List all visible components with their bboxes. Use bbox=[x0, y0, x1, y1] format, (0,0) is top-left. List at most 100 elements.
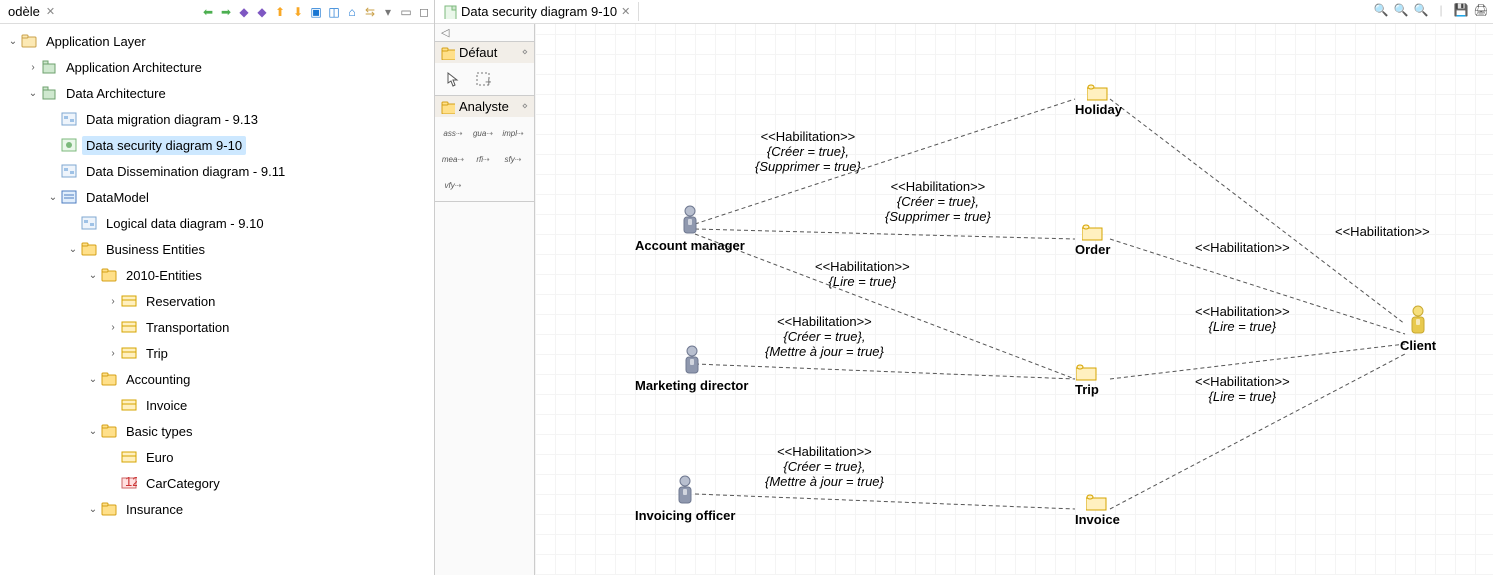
tree-item[interactable]: ⌄ Data Architecture bbox=[4, 80, 434, 106]
tree-item[interactable]: ›Application Architecture bbox=[4, 54, 434, 80]
chevron-down-icon[interactable]: ⌄ bbox=[86, 504, 100, 515]
entity-label: Trip bbox=[1075, 382, 1099, 397]
entity-order[interactable]: Order bbox=[1075, 224, 1110, 257]
palette-section-label: Défaut bbox=[459, 45, 497, 60]
svg-text:+: + bbox=[485, 74, 491, 87]
palette-tool-vfy[interactable]: vfy⇢ bbox=[441, 175, 465, 195]
tree-item-label: Data Architecture bbox=[62, 84, 170, 103]
zoom-reset-icon[interactable]: 🔍 bbox=[1413, 2, 1429, 18]
palette-breadcrumb[interactable]: ◁ bbox=[435, 24, 534, 42]
diamond-left-icon[interactable]: ◆ bbox=[236, 4, 252, 20]
save-image-icon[interactable]: 💾 bbox=[1453, 2, 1469, 18]
actor-label: Invoicing officer bbox=[635, 508, 735, 523]
tree-item[interactable]: Data Dissemination diagram - 9.11 bbox=[4, 158, 434, 184]
palette-tool-pointer[interactable] bbox=[441, 69, 465, 89]
tree-item[interactable]: ⌄ Accounting bbox=[4, 366, 434, 392]
tree-item[interactable]: Euro bbox=[4, 444, 434, 470]
actor-mkt[interactable]: Marketing director bbox=[635, 344, 748, 393]
palette-tool-sfy[interactable]: sfy⇢ bbox=[501, 149, 525, 169]
editor-toolbar: 🔍 🔍 🔍 | 💾 🖨 bbox=[1373, 2, 1489, 18]
entity-trip[interactable]: Trip bbox=[1075, 364, 1099, 397]
entity-invoice[interactable]: Invoice bbox=[1075, 494, 1120, 527]
tree-item[interactable]: ›Transportation bbox=[4, 314, 434, 340]
chevron-right-icon[interactable]: › bbox=[106, 348, 120, 359]
entity-icon bbox=[120, 396, 138, 414]
palette-tool-gua[interactable]: gua⇢ bbox=[471, 123, 495, 143]
chevron-down-icon[interactable]: ⌄ bbox=[66, 244, 80, 255]
zoom-out-icon[interactable]: 🔍 bbox=[1393, 2, 1409, 18]
link-icon[interactable]: ⇆ bbox=[362, 4, 378, 20]
chevron-right-icon[interactable]: › bbox=[106, 322, 120, 333]
actor-icon bbox=[678, 204, 702, 236]
nav-back-icon[interactable]: ⬅ bbox=[200, 4, 216, 20]
tree-item[interactable]: ›Trip bbox=[4, 340, 434, 366]
down-icon[interactable]: ⬇ bbox=[290, 4, 306, 20]
actor-inv[interactable]: Invoicing officer bbox=[635, 474, 735, 523]
palette-section-label: Analyste bbox=[459, 99, 509, 114]
home-icon[interactable]: ⌂ bbox=[344, 4, 360, 20]
close-icon[interactable]: ✕ bbox=[46, 5, 55, 18]
tree-item[interactable]: Data security diagram 9-10 bbox=[4, 132, 434, 158]
tree-item-label: Logical data diagram - 9.10 bbox=[102, 214, 268, 233]
chevron-down-icon[interactable]: ⌄ bbox=[26, 88, 40, 99]
tree-item[interactable]: ›Reservation bbox=[4, 288, 434, 314]
tree-item[interactable]: ⌄ Basic types bbox=[4, 418, 434, 444]
palette-tool-marquee[interactable]: + bbox=[471, 69, 495, 89]
menu-icon[interactable]: ▾ bbox=[380, 4, 396, 20]
palette-tool-mea[interactable]: mea⇢ bbox=[441, 149, 465, 169]
tree-item[interactable]: ⌄2010-Entities bbox=[4, 262, 434, 288]
collapse-icon[interactable]: ▣ bbox=[308, 4, 324, 20]
actor-label: Client bbox=[1400, 338, 1436, 353]
chevron-down-icon[interactable]: ⌄ bbox=[86, 426, 100, 437]
model-tree[interactable]: ⌄Application Layer›Application Architect… bbox=[0, 24, 434, 575]
tree-item[interactable]: Logical data diagram - 9.10 bbox=[4, 210, 434, 236]
palette-header[interactable]: Défaut ⋄ bbox=[435, 42, 534, 63]
chevron-down-icon[interactable]: ⌄ bbox=[6, 36, 20, 47]
tree-item[interactable]: Invoice bbox=[4, 392, 434, 418]
entity-icon bbox=[1076, 364, 1098, 382]
tree-item-label: Data security diagram 9-10 bbox=[82, 136, 246, 155]
entity-icon bbox=[120, 292, 138, 310]
diagram-canvas[interactable]: Account manager Marketing director Invoici… bbox=[535, 24, 1493, 575]
tree-item[interactable]: ⌄DataModel bbox=[4, 184, 434, 210]
model-tab[interactable]: odèle ✕ bbox=[2, 2, 61, 21]
palette-tool-rfi[interactable]: rfi⇢ bbox=[471, 149, 495, 169]
chevron-down-icon[interactable]: ⌄ bbox=[46, 192, 60, 203]
editor-panel: Data security diagram 9-10 ✕ 🔍 🔍 🔍 | 💾 🖨… bbox=[435, 0, 1493, 575]
palette-tool-ass[interactable]: ass⇢ bbox=[441, 123, 465, 143]
close-icon[interactable]: ✕ bbox=[621, 5, 630, 18]
chevron-right-icon[interactable]: › bbox=[26, 62, 40, 73]
entity-holiday[interactable]: Holiday bbox=[1075, 84, 1122, 117]
palette-tool-impl[interactable]: impl⇢ bbox=[501, 123, 525, 143]
nav-forward-icon[interactable]: ➡ bbox=[218, 4, 234, 20]
tree-item-label: Accounting bbox=[122, 370, 194, 389]
zoom-in-icon[interactable]: 🔍 bbox=[1373, 2, 1389, 18]
chevron-down-icon[interactable]: ⌄ bbox=[86, 270, 100, 281]
actor-client[interactable]: Client bbox=[1400, 304, 1436, 353]
collapse-icon[interactable]: ⋄ bbox=[522, 101, 528, 112]
chevron-right-icon[interactable]: › bbox=[106, 296, 120, 307]
tree-item[interactable]: CarCategory bbox=[4, 470, 434, 496]
layout-icon[interactable]: ◫ bbox=[326, 4, 342, 20]
diamond-right-icon[interactable]: ◆ bbox=[254, 4, 270, 20]
relation-label: <<Habilitation>> bbox=[1195, 240, 1290, 255]
tree-item[interactable]: ⌄Business Entities bbox=[4, 236, 434, 262]
minimize-icon[interactable]: ▭ bbox=[398, 4, 414, 20]
tree-item[interactable]: ⌄Application Layer bbox=[4, 28, 434, 54]
collapse-icon[interactable]: ⋄ bbox=[522, 47, 528, 58]
entity-label: Invoice bbox=[1075, 512, 1120, 527]
palette-items: ass⇢ gua⇢ impl⇢ mea⇢ rfi⇢ sfy⇢ vfy⇢ bbox=[435, 117, 534, 201]
tree-item[interactable]: ⌄Insurance bbox=[4, 496, 434, 522]
folder-icon bbox=[441, 100, 455, 114]
actor-acct[interactable]: Account manager bbox=[635, 204, 745, 253]
editor-tab[interactable]: Data security diagram 9-10 ✕ bbox=[435, 2, 639, 21]
tree-item[interactable]: Data migration diagram - 9.13 bbox=[4, 106, 434, 132]
maximize-icon[interactable]: ◻ bbox=[416, 4, 432, 20]
chevron-down-icon[interactable]: ⌄ bbox=[86, 374, 100, 385]
up-icon[interactable]: ⬆ bbox=[272, 4, 288, 20]
diagram-sec-icon bbox=[60, 136, 78, 154]
palette-header[interactable]: Analyste ⋄ bbox=[435, 96, 534, 117]
diagram-icon bbox=[80, 214, 98, 232]
print-icon[interactable]: 🖨 bbox=[1473, 2, 1489, 18]
tree-item-label: Basic types bbox=[122, 422, 196, 441]
